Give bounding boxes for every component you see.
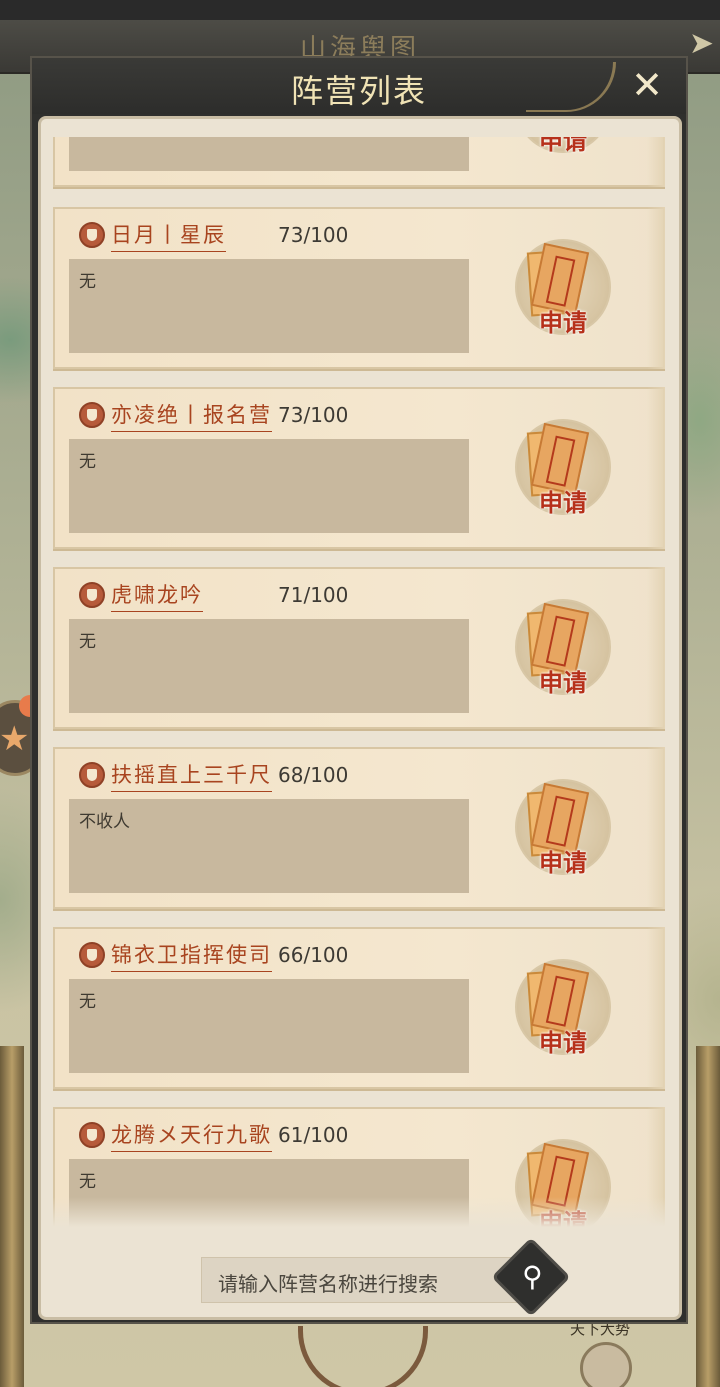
faction-card: 锦衣卫指挥使司 66/100 无 申请 (53, 927, 665, 1089)
faction-list[interactable]: 申请 日月丨星辰 73/100 无 申请 亦凌绝丨报名营 73/100 无 申请… (53, 137, 665, 1227)
faction-card: 申请 (53, 137, 665, 187)
shield-icon (79, 582, 105, 608)
faction-card: 日月丨星辰 73/100 无 申请 (53, 207, 665, 369)
faction-name: 扶摇直上三千尺 (111, 759, 272, 792)
apply-button[interactable]: 申请 (515, 137, 611, 157)
faction-list-panel: 阵营列表 ✕ 申请 日月丨星辰 73/100 无 申请 亦凌绝丨报名营 73/1… (30, 56, 688, 1324)
faction-card: 扶摇直上三千尺 68/100 不收人 申请 (53, 747, 665, 909)
shield-icon (79, 942, 105, 968)
panel-header: 阵营列表 ✕ (32, 58, 686, 114)
faction-description: 无 (69, 979, 469, 1073)
shield-icon (79, 1122, 105, 1148)
left-pillar (0, 1046, 24, 1387)
faction-name: 日月丨星辰 (111, 219, 226, 252)
faction-description: 不收人 (69, 799, 469, 893)
close-button[interactable]: ✕ (624, 64, 670, 106)
faction-description (69, 137, 469, 171)
apply-label: 申请 (539, 308, 587, 337)
panel-title: 阵营列表 (290, 72, 427, 110)
apply-label: 申请 (539, 668, 587, 697)
apply-label: 申请 (539, 488, 587, 517)
faction-member-count: 73/100 (278, 403, 349, 427)
close-x-icon: ✕ (631, 63, 663, 107)
faction-name: 龙腾メ天行九歌 (111, 1119, 272, 1152)
faction-name: 虎啸龙吟 (111, 579, 203, 612)
faction-name: 亦凌绝丨报名营 (111, 399, 272, 432)
search-button[interactable]: ⚲ (491, 1237, 571, 1317)
background-bottom-button[interactable] (580, 1342, 632, 1387)
apply-button[interactable]: 申请 (515, 779, 611, 879)
apply-button[interactable]: 申请 (515, 599, 611, 699)
search-icon: ⚲ (522, 1260, 543, 1293)
faction-description: 无 (69, 439, 469, 533)
star-icon: ★ (0, 719, 30, 759)
apply-label: 申请 (539, 137, 587, 155)
list-fade (53, 1197, 665, 1227)
faction-member-count: 73/100 (278, 223, 349, 247)
faction-description: 无 (69, 619, 469, 713)
apply-label: 申请 (539, 1028, 587, 1057)
panel-body: 申请 日月丨星辰 73/100 无 申请 亦凌绝丨报名营 73/100 无 申请… (38, 116, 682, 1320)
status-strip (0, 0, 720, 20)
apply-button[interactable]: 申请 (515, 419, 611, 519)
faction-member-count: 71/100 (278, 583, 349, 607)
faction-card: 虎啸龙吟 71/100 无 申请 (53, 567, 665, 729)
faction-description: 无 (69, 259, 469, 353)
search-input[interactable]: 请输入阵营名称进行搜索 (201, 1257, 521, 1303)
faction-member-count: 66/100 (278, 943, 349, 967)
apply-button[interactable]: 申请 (515, 959, 611, 1059)
background-arrow-icon: ➤ (688, 26, 714, 61)
shield-icon (79, 402, 105, 428)
right-pillar (696, 1046, 720, 1387)
faction-member-count: 68/100 (278, 763, 349, 787)
apply-label: 申请 (539, 848, 587, 877)
shield-icon (79, 222, 105, 248)
shield-icon (79, 762, 105, 788)
faction-card: 亦凌绝丨报名营 73/100 无 申请 (53, 387, 665, 549)
faction-member-count: 61/100 (278, 1123, 349, 1147)
apply-button[interactable]: 申请 (515, 239, 611, 339)
faction-name: 锦衣卫指挥使司 (111, 939, 272, 972)
